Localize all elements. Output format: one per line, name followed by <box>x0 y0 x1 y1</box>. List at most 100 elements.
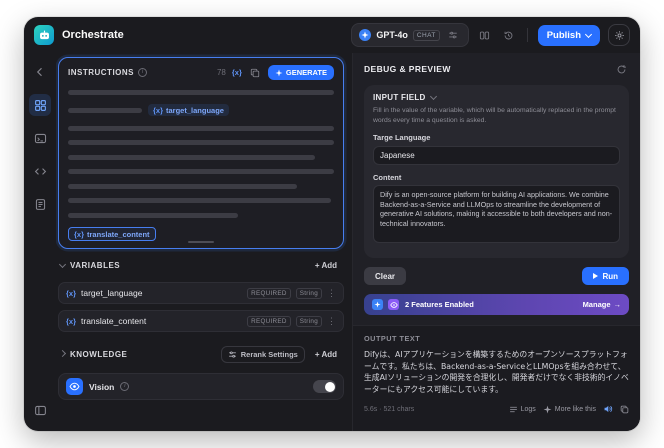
prompt-panel: INSTRUCTIONS i 78 {x} GENERATE {x} targe… <box>56 53 352 431</box>
features-enabled-text: 2 Features Enabled <box>405 300 474 309</box>
model-name: GPT-4o <box>376 30 408 40</box>
output-title: OUTPUT TEXT <box>364 334 421 343</box>
add-knowledge-button[interactable]: + Add <box>310 348 342 361</box>
target-language-input[interactable] <box>373 146 620 165</box>
debug-header: DEBUG & PREVIEW <box>364 61 629 77</box>
sparkle-icon <box>275 69 283 76</box>
variable-token-translate-content[interactable]: {x} translate_content <box>68 227 156 241</box>
chevron-down-icon[interactable] <box>58 260 67 269</box>
debug-title: DEBUG & PREVIEW <box>364 64 451 74</box>
prompt-line <box>68 125 334 131</box>
instructions-title: INSTRUCTIONS <box>68 68 134 77</box>
body: INSTRUCTIONS i 78 {x} GENERATE {x} targe… <box>24 53 640 431</box>
input-field-header[interactable]: INPUT FIELD <box>373 92 620 102</box>
vision-label: Vision <box>89 381 115 392</box>
instructions-header: INSTRUCTIONS i 78 {x} GENERATE <box>68 65 334 80</box>
prompt-line <box>68 212 239 218</box>
variables-header: VARIABLES + Add <box>58 258 344 273</box>
dify-logo-icon <box>34 25 54 45</box>
chevron-right-icon[interactable] <box>58 349 67 358</box>
feature-eye-icon <box>388 299 399 310</box>
model-params-icon[interactable] <box>445 27 461 43</box>
chevron-down-icon <box>584 30 593 38</box>
target-language-label: Targe Language <box>373 133 431 142</box>
speaker-button[interactable] <box>603 404 613 414</box>
resize-handle[interactable] <box>188 241 214 243</box>
page-title: Orchestrate <box>62 29 124 41</box>
publish-label: Publish <box>546 29 581 41</box>
vision-eye-icon <box>66 378 83 395</box>
vision-toggle[interactable] <box>313 380 336 393</box>
copy-icon[interactable] <box>248 66 262 80</box>
publish-button[interactable]: Publish <box>537 24 600 46</box>
variable-icon: {x} <box>66 288 77 298</box>
prompt-line <box>68 107 142 113</box>
output-stats: 5.6s · 521 chars <box>364 405 415 413</box>
collapse-panel-icon[interactable] <box>29 399 51 421</box>
prompt-line <box>68 89 334 95</box>
model-selector[interactable]: GPT-4o CHAT <box>351 23 469 47</box>
features-bar: 2 Features Enabled Manage → <box>364 294 629 315</box>
left-rail <box>24 53 56 431</box>
generate-button[interactable]: GENERATE <box>267 65 334 80</box>
output-text: Difyは、AIアプリケーションを構築するためのオープンソースプラットフォームで… <box>364 350 629 394</box>
more-vertical-icon[interactable]: ⋮ <box>327 289 336 298</box>
compare-icon[interactable] <box>477 27 493 43</box>
required-badge: REQUIRED <box>247 287 291 299</box>
restart-icon[interactable] <box>613 61 629 77</box>
required-badge: REQUIRED <box>247 315 291 327</box>
action-row: Clear Run <box>364 267 629 285</box>
variable-token-target-language[interactable]: {x} target_language <box>148 104 229 116</box>
output-section: OUTPUT TEXT Difyは、AIアプリケーションを構築するためのオープン… <box>353 325 640 431</box>
terminal-icon[interactable] <box>29 127 51 149</box>
topbar-divider <box>526 28 528 42</box>
rerank-settings-button[interactable]: Rerank Settings <box>220 346 305 363</box>
play-icon <box>593 273 599 279</box>
run-button[interactable]: Run <box>582 267 629 285</box>
insert-variable-icon[interactable]: {x} <box>230 66 244 80</box>
logs-button[interactable]: Logs <box>509 405 536 414</box>
toggle-knob <box>324 381 335 392</box>
add-variable-button[interactable]: + Add <box>310 259 342 272</box>
back-icon[interactable] <box>29 61 51 83</box>
feature-sparkle-icon <box>372 299 383 310</box>
prompt-line <box>68 169 334 174</box>
manage-features-button[interactable]: Manage → <box>583 300 621 309</box>
orchestrate-icon[interactable] <box>29 94 51 116</box>
logs-icon[interactable] <box>29 193 51 215</box>
variables-title: VARIABLES <box>70 261 121 270</box>
debug-panel: DEBUG & PREVIEW INPUT FIELD Fill in the … <box>352 53 640 431</box>
variable-icon: {x} <box>66 316 77 326</box>
prompt-line <box>68 183 297 189</box>
api-icon[interactable] <box>29 160 51 182</box>
model-provider-icon <box>359 29 372 41</box>
content-label: Content <box>373 173 402 182</box>
knowledge-title: KNOWLEDGE <box>70 350 128 359</box>
prompt-line <box>68 140 334 145</box>
output-footer: 5.6s · 521 chars Logs More like this <box>364 404 629 414</box>
copy-output-button[interactable] <box>620 405 629 414</box>
more-vertical-icon[interactable]: ⋮ <box>327 317 336 326</box>
content-textarea[interactable]: Dify is an open-source platform for buil… <box>373 185 620 243</box>
instructions-card[interactable]: INSTRUCTIONS i 78 {x} GENERATE {x} targe… <box>58 57 344 249</box>
input-field-card: INPUT FIELD Fill in the value of the var… <box>364 85 629 258</box>
info-icon: i <box>120 382 130 391</box>
arrow-right-icon: → <box>613 300 622 309</box>
chat-mode-badge: CHAT <box>412 29 440 41</box>
clear-button[interactable]: Clear <box>364 267 407 285</box>
sparkle-icon <box>543 405 552 414</box>
info-icon: i <box>138 68 147 77</box>
input-field-description: Fill in the value of the variable, which… <box>373 107 616 124</box>
variable-row-translate-content[interactable]: {x} translate_content REQUIRED String ⋮ <box>58 310 344 332</box>
history-icon[interactable] <box>501 27 517 43</box>
copy-icon <box>620 405 629 414</box>
prompt-line <box>68 198 332 203</box>
instructions-char-count: 78 <box>216 68 226 77</box>
variable-row-target-language[interactable]: {x} target_language REQUIRED String ⋮ <box>58 282 344 304</box>
settings-button[interactable] <box>608 24 630 46</box>
generate-label: GENERATE <box>285 68 327 77</box>
input-field-title: INPUT FIELD <box>373 93 426 102</box>
type-badge: String <box>295 287 322 299</box>
sliders-icon <box>228 351 236 358</box>
more-like-this-button[interactable]: More like this <box>543 405 596 414</box>
